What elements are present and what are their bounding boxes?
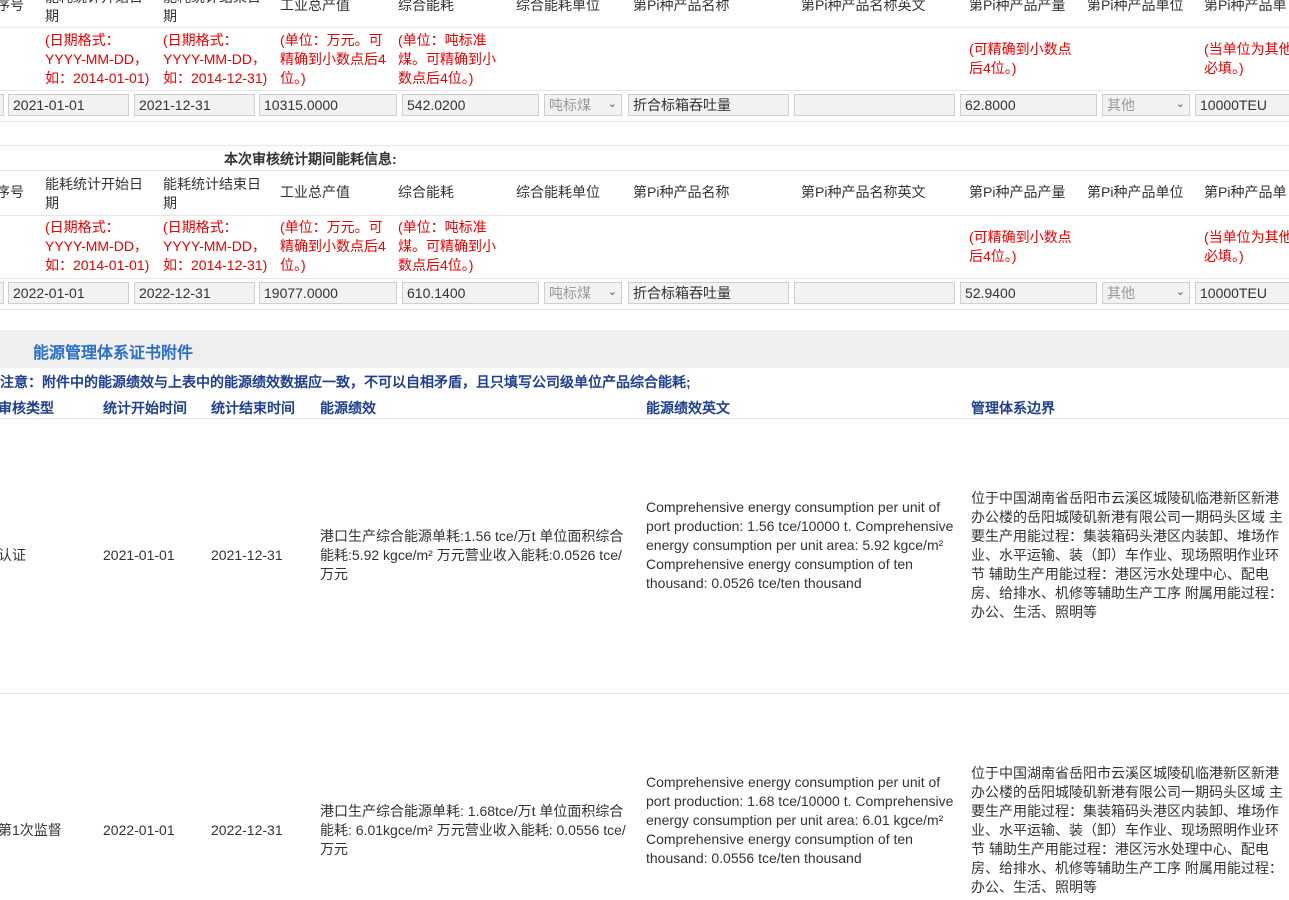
product-unit-select[interactable]: 其他 ⌄ (1102, 282, 1190, 304)
energy-field[interactable]: 542.0200 (402, 94, 539, 116)
header-product-output: 第Pi种产品产量 (969, 184, 1066, 200)
header-product-unit: 第Pi种产品单位 (1087, 184, 1184, 200)
product-unit-select[interactable]: 其他 ⌄ (1102, 94, 1190, 116)
chevron-down-icon: ⌄ (1175, 286, 1185, 298)
energy-unit-select[interactable]: 吨标煤 ⌄ (544, 282, 622, 304)
start-date-field[interactable]: 2021-01-01 (8, 94, 129, 116)
divider (0, 278, 1289, 279)
section-title: 能源管理体系证书附件 (33, 345, 194, 362)
header-seq: 序号 (0, 184, 24, 200)
boundary: 位于中国湖南省岳阳市云溪区城陵矶临港新区新港办公楼的岳阳城陵矶新港有限公司一期码… (971, 490, 1283, 620)
stat-end: 2022-12-31 (211, 822, 283, 838)
end-date-field[interactable]: 2021-12-31 (134, 94, 255, 116)
table2-caption: 本次审核统计期间能耗信息: (224, 151, 397, 167)
divider (0, 693, 1289, 694)
divider (0, 27, 1289, 28)
chevron-down-icon: ⌄ (607, 286, 617, 298)
energy-perf-en: Comprehensive energy consumption per uni… (646, 774, 954, 866)
header-product-name-en: 第Pi种产品名称英文 (801, 0, 926, 13)
hint-start-date: (日期格式： YYYY-MM-DD， 如：2014-01-01) (45, 219, 150, 273)
header-product-other: 第Pi种产品单 (1204, 0, 1287, 13)
header-product-name: 第Pi种产品名称 (633, 184, 730, 200)
stat-start: 2021-01-01 (103, 547, 175, 563)
hint-energy: (单位：吨标准 煤。可精确到小 数点后4位。) (398, 32, 496, 86)
header-start-date: 能耗统计开始日 期 (45, 176, 143, 211)
header-stat-start: 统计开始时间 (103, 400, 187, 416)
hint-energy: (单位：吨标准 煤。可精确到小 数点后4位。) (398, 219, 496, 273)
product-name-field[interactable]: 折合标箱吞吐量 (628, 282, 789, 304)
header-seq: 序号 (0, 0, 24, 13)
hint-start-date: (日期格式： YYYY-MM-DD， 如：2014-01-01) (45, 32, 150, 86)
header-energy-unit: 综合能耗单位 (516, 0, 600, 13)
divider (0, 170, 1289, 171)
audit-type: 认证 (0, 547, 26, 563)
hint-end-date: (日期格式： YYYY-MM-DD， 如：2014-12-31) (163, 219, 268, 273)
output-field[interactable]: 19077.0000 (259, 282, 397, 304)
output-field[interactable]: 10315.0000 (259, 94, 397, 116)
energy-perf: 港口生产综合能源单耗:1.56 tce/万t 单位面积综合能耗:5.92 kgc… (320, 528, 624, 582)
divider (0, 90, 1289, 91)
divider (0, 309, 1289, 310)
header-start-date: 能耗统计开始日 期 (45, 0, 143, 24)
header-energy: 综合能耗 (398, 184, 454, 200)
section-title-bar (0, 330, 1289, 368)
header-stat-end: 统计结束时间 (211, 400, 295, 416)
header-output: 工业总产值 (280, 184, 350, 200)
product-output-field[interactable]: 52.9400 (960, 282, 1097, 304)
product-name-en-field[interactable] (794, 282, 955, 304)
header-energy: 综合能耗 (398, 0, 454, 13)
hint-product-output: (可精确到小数点 后4位。) (969, 41, 1072, 76)
energy-perf-en: Comprehensive energy consumption per uni… (646, 499, 954, 591)
chevron-down-icon: ⌄ (1175, 98, 1185, 110)
header-product-name-en: 第Pi种产品名称英文 (801, 184, 926, 200)
product-output-field[interactable]: 62.8000 (960, 94, 1097, 116)
header-product-unit: 第Pi种产品单位 (1087, 0, 1184, 13)
energy-unit-value: 吨标煤 (549, 285, 591, 301)
energy-field[interactable]: 610.1400 (402, 282, 539, 304)
product-name-en-field[interactable] (794, 94, 955, 116)
audit-type: 第1次监督 (0, 822, 62, 838)
hint-output: (单位：万元。可 精确到小数点后4 位。) (280, 32, 386, 86)
hint-product-other: (当单位为其他 必填。) (1204, 229, 1289, 264)
energy-perf: 港口生产综合能源单耗: 1.68tce/万t 单位面积综合能耗: 6.01kgc… (320, 803, 626, 857)
notice-text: 注意：附件中的能源绩效与上表中的能源绩效数据应一致，不可以自相矛盾，且只填写公司… (0, 374, 691, 390)
hint-end-date: (日期格式： YYYY-MM-DD， 如：2014-12-31) (163, 32, 268, 86)
header-product-other: 第Pi种产品单 (1204, 184, 1287, 200)
boundary: 位于中国湖南省岳阳市云溪区城陵矶临港新区新港办公楼的岳阳城陵矶新港有限公司一期码… (971, 765, 1283, 895)
header-energy-perf-en: 能源绩效英文 (646, 400, 730, 416)
seq-field[interactable] (0, 94, 4, 116)
stat-start: 2022-01-01 (103, 822, 175, 838)
header-end-date: 能耗统计结束日 期 (163, 176, 261, 211)
energy-unit-value: 吨标煤 (549, 97, 591, 113)
divider (0, 145, 1289, 146)
seq-field[interactable] (0, 282, 4, 304)
header-energy-perf: 能源绩效 (320, 400, 376, 416)
divider (0, 418, 1289, 419)
product-other-field[interactable]: 10000TEU (1195, 282, 1289, 304)
end-date-field[interactable]: 2022-12-31 (134, 282, 255, 304)
product-unit-value: 其他 (1107, 97, 1135, 113)
hint-product-other: (当单位为其他 必填。) (1204, 41, 1289, 76)
energy-unit-select[interactable]: 吨标煤 ⌄ (544, 94, 622, 116)
divider (0, 215, 1289, 216)
chevron-down-icon: ⌄ (607, 98, 617, 110)
product-unit-value: 其他 (1107, 285, 1135, 301)
hint-product-output: (可精确到小数点 后4位。) (969, 229, 1072, 264)
header-boundary: 管理体系边界 (971, 400, 1055, 416)
divider (0, 121, 1289, 122)
header-product-output: 第Pi种产品产量 (969, 0, 1066, 13)
start-date-field[interactable]: 2022-01-01 (8, 282, 129, 304)
header-audit-type: 审核类型 (0, 400, 54, 416)
product-other-field[interactable]: 10000TEU (1195, 94, 1289, 116)
header-product-name: 第Pi种产品名称 (633, 0, 730, 13)
header-output: 工业总产值 (280, 0, 350, 13)
stat-end: 2021-12-31 (211, 547, 283, 563)
hint-output: (单位：万元。可 精确到小数点后4 位。) (280, 219, 386, 273)
header-energy-unit: 综合能耗单位 (516, 184, 600, 200)
header-end-date: 能耗统计结束日 期 (163, 0, 261, 24)
product-name-field[interactable]: 折合标箱吞吐量 (628, 94, 789, 116)
